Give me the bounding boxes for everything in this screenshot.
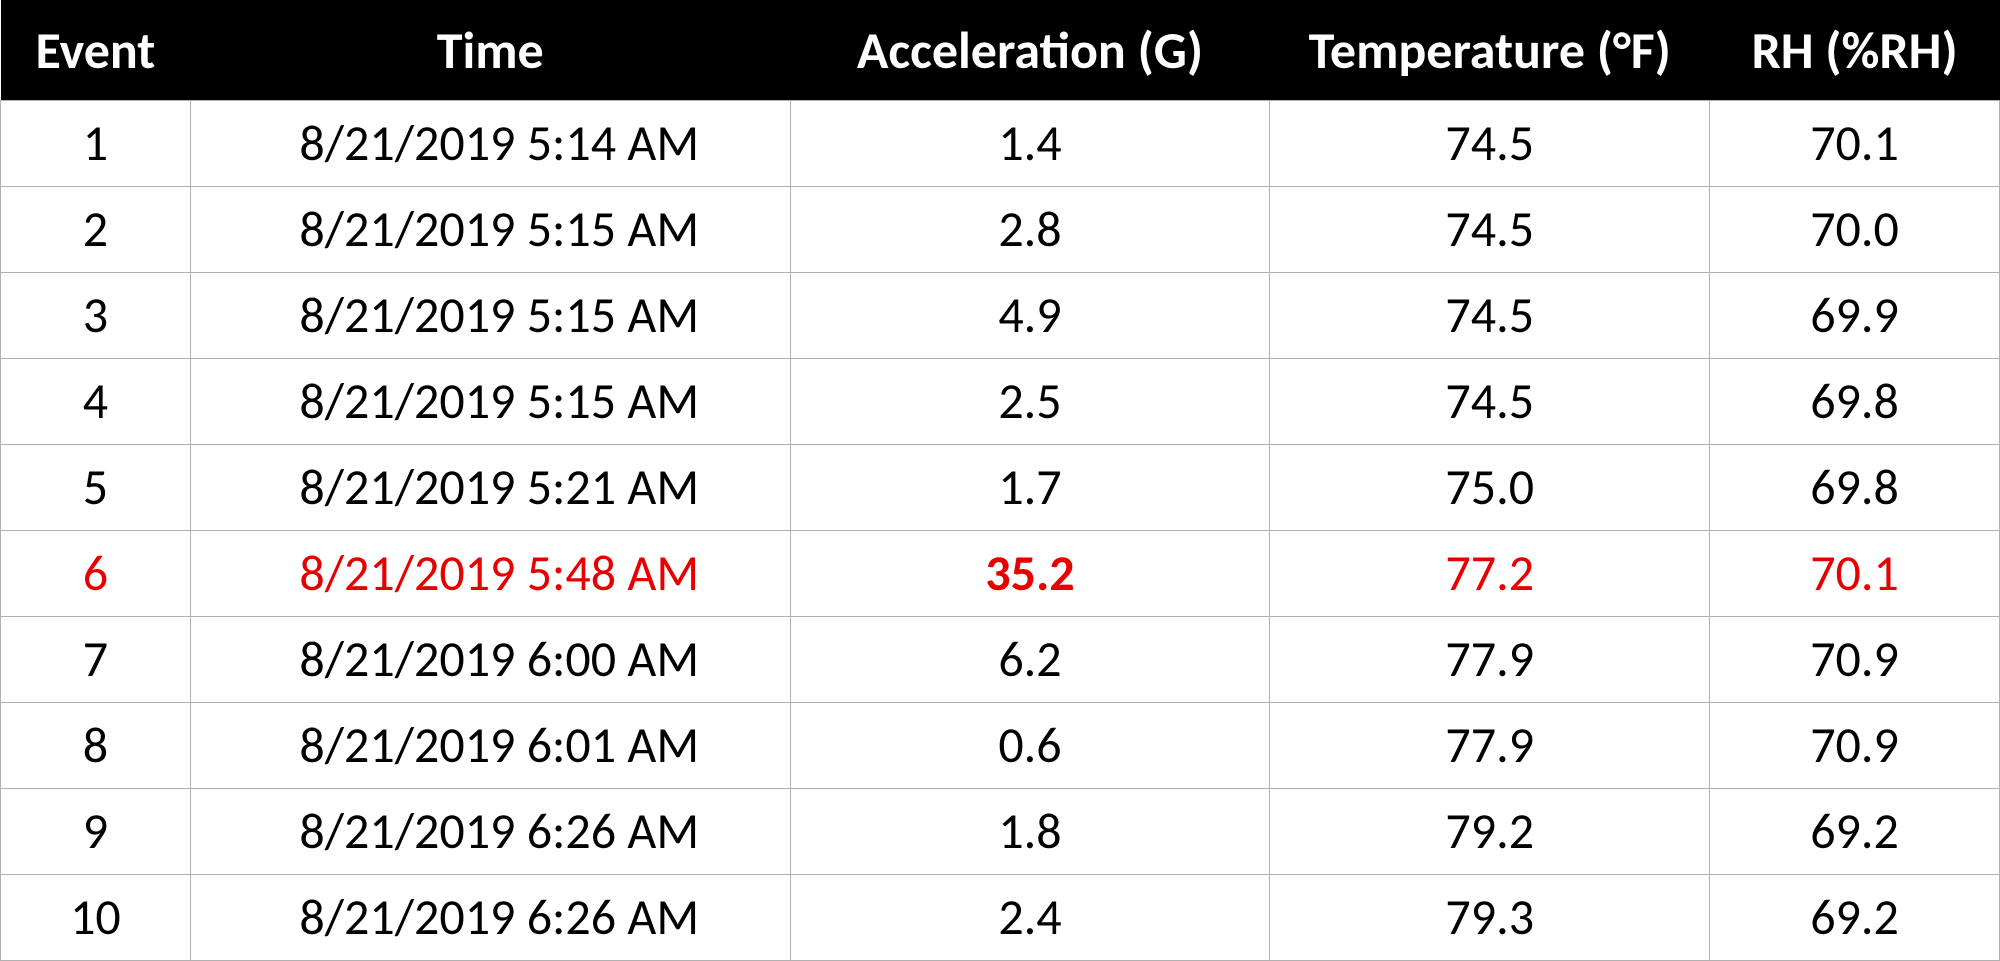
table-header: Event Time Acceleration (G) Temperature … xyxy=(1,0,2000,101)
cell-acceleration: 2.5 xyxy=(790,359,1270,445)
cell-acceleration: 35.2 xyxy=(790,531,1270,617)
table-row: 9 8/21/2019 6:26 AM 1.8 79.2 69.2 xyxy=(1,789,2000,875)
cell-temperature: 79.2 xyxy=(1270,789,1710,875)
cell-rh: 69.8 xyxy=(1710,445,2000,531)
table-row-highlighted: 6 8/21/2019 5:48 AM 35.2 77.2 70.1 xyxy=(1,531,2000,617)
table-row: 8 8/21/2019 6:01 AM 0.6 77.9 70.9 xyxy=(1,703,2000,789)
cell-time: 8/21/2019 5:21 AM xyxy=(190,445,790,531)
cell-acceleration: 1.4 xyxy=(790,101,1270,187)
cell-temperature: 74.5 xyxy=(1270,187,1710,273)
header-event: Event xyxy=(1,0,191,101)
header-rh: RH (%RH) xyxy=(1710,0,2000,101)
cell-time: 8/21/2019 5:14 AM xyxy=(190,101,790,187)
cell-temperature: 74.5 xyxy=(1270,359,1710,445)
header-row: Event Time Acceleration (G) Temperature … xyxy=(1,0,2000,101)
cell-rh: 69.2 xyxy=(1710,789,2000,875)
header-temperature: Temperature (°F) xyxy=(1270,0,1710,101)
data-table: Event Time Acceleration (G) Temperature … xyxy=(0,0,2000,961)
header-acceleration: Acceleration (G) xyxy=(790,0,1270,101)
table-row: 3 8/21/2019 5:15 AM 4.9 74.5 69.9 xyxy=(1,273,2000,359)
cell-acceleration: 2.4 xyxy=(790,875,1270,961)
table-row: 2 8/21/2019 5:15 AM 2.8 74.5 70.0 xyxy=(1,187,2000,273)
table-row: 4 8/21/2019 5:15 AM 2.5 74.5 69.8 xyxy=(1,359,2000,445)
cell-acceleration: 2.8 xyxy=(790,187,1270,273)
table-row: 10 8/21/2019 6:26 AM 2.4 79.3 69.2 xyxy=(1,875,2000,961)
cell-rh: 70.9 xyxy=(1710,617,2000,703)
cell-acceleration: 0.6 xyxy=(790,703,1270,789)
cell-event: 2 xyxy=(1,187,191,273)
cell-acceleration: 4.9 xyxy=(790,273,1270,359)
cell-event: 1 xyxy=(1,101,191,187)
cell-rh: 69.8 xyxy=(1710,359,2000,445)
cell-acceleration: 6.2 xyxy=(790,617,1270,703)
cell-temperature: 77.2 xyxy=(1270,531,1710,617)
cell-rh: 70.0 xyxy=(1710,187,2000,273)
cell-time: 8/21/2019 5:15 AM xyxy=(190,187,790,273)
table-row: 1 8/21/2019 5:14 AM 1.4 74.5 70.1 xyxy=(1,101,2000,187)
cell-event: 9 xyxy=(1,789,191,875)
cell-temperature: 75.0 xyxy=(1270,445,1710,531)
cell-time: 8/21/2019 6:00 AM xyxy=(190,617,790,703)
cell-event: 7 xyxy=(1,617,191,703)
cell-event: 3 xyxy=(1,273,191,359)
header-time: Time xyxy=(190,0,790,101)
cell-rh: 70.9 xyxy=(1710,703,2000,789)
cell-event: 4 xyxy=(1,359,191,445)
cell-event: 10 xyxy=(1,875,191,961)
cell-temperature: 74.5 xyxy=(1270,101,1710,187)
cell-time: 8/21/2019 5:15 AM xyxy=(190,359,790,445)
cell-time: 8/21/2019 5:15 AM xyxy=(190,273,790,359)
cell-rh: 70.1 xyxy=(1710,101,2000,187)
data-table-container: Event Time Acceleration (G) Temperature … xyxy=(0,0,2000,955)
cell-event: 8 xyxy=(1,703,191,789)
table-row: 5 8/21/2019 5:21 AM 1.7 75.0 69.8 xyxy=(1,445,2000,531)
cell-event: 6 xyxy=(1,531,191,617)
cell-rh: 69.2 xyxy=(1710,875,2000,961)
table-row: 7 8/21/2019 6:00 AM 6.2 77.9 70.9 xyxy=(1,617,2000,703)
cell-temperature: 77.9 xyxy=(1270,703,1710,789)
cell-time: 8/21/2019 5:48 AM xyxy=(190,531,790,617)
cell-acceleration: 1.7 xyxy=(790,445,1270,531)
cell-time: 8/21/2019 6:26 AM xyxy=(190,875,790,961)
cell-time: 8/21/2019 6:26 AM xyxy=(190,789,790,875)
cell-time: 8/21/2019 6:01 AM xyxy=(190,703,790,789)
cell-temperature: 77.9 xyxy=(1270,617,1710,703)
cell-rh: 69.9 xyxy=(1710,273,2000,359)
cell-rh: 70.1 xyxy=(1710,531,2000,617)
cell-acceleration: 1.8 xyxy=(790,789,1270,875)
table-body: 1 8/21/2019 5:14 AM 1.4 74.5 70.1 2 8/21… xyxy=(1,101,2000,961)
cell-temperature: 74.5 xyxy=(1270,273,1710,359)
cell-temperature: 79.3 xyxy=(1270,875,1710,961)
cell-event: 5 xyxy=(1,445,191,531)
